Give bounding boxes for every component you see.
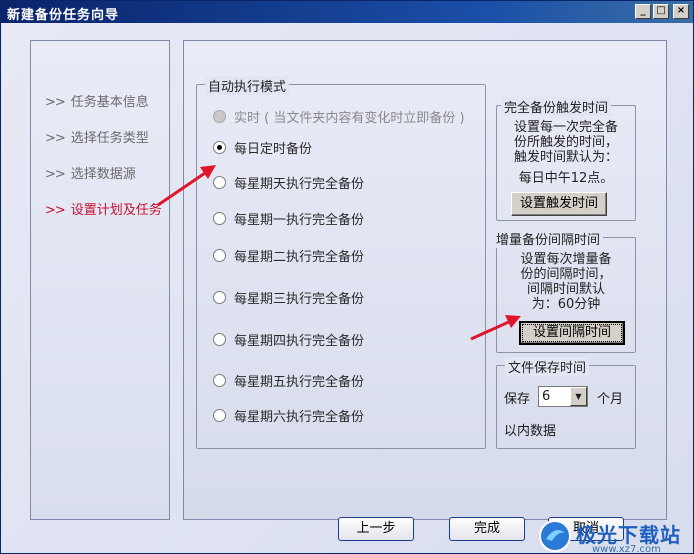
radio-button-icon[interactable] [213, 374, 226, 387]
auto-mode-group: 自动执行模式 实时 ( 当文件夹内容有变化时立即备份 ) 每日定时备份 每星期天… [196, 76, 486, 449]
minimize-icon: _ [640, 5, 646, 16]
retention-months-select[interactable]: 6 ▼ [538, 386, 588, 407]
step-arrows-icon: >> [45, 131, 66, 146]
auto-mode-title: 自动执行模式 [205, 76, 290, 95]
set-trigger-time-button[interactable]: 设置触发时间 [511, 192, 607, 216]
prev-button[interactable]: 上一步 [338, 517, 414, 541]
desc-line: 每日中午12点。 [518, 171, 614, 186]
minimize-button[interactable]: _ [635, 4, 651, 19]
radio-daily[interactable]: 每日定时备份 [213, 138, 312, 157]
radio-label: 每星期五执行完全备份 [234, 375, 365, 390]
retention-group: 文件保存时间 保存 6 ▼ 个月 以内数据 [496, 357, 636, 449]
annotation-arrow-icon [157, 165, 216, 207]
annotation-arrow-icon [470, 315, 521, 341]
step-label: 选择数据源 [70, 167, 136, 182]
desc-line: 触发时间默认为： [513, 150, 618, 165]
maximize-button[interactable]: □ [653, 4, 669, 19]
close-icon: × [676, 5, 686, 16]
watermark-url: www.xz7.com [592, 544, 661, 554]
radio-button-icon[interactable] [213, 110, 226, 123]
radio-button-icon[interactable] [213, 249, 226, 262]
radio-monday[interactable]: 每星期一执行完全备份 [213, 209, 364, 228]
desc-line: 份所触发的时间， [513, 135, 618, 150]
desc-line: 间隔时间默认 [526, 282, 605, 297]
chevron-down-icon[interactable]: ▼ [570, 387, 587, 406]
retention-suffix: 以内数据 [504, 424, 557, 439]
radio-thursday[interactable]: 每星期四执行完全备份 [213, 330, 364, 349]
desc-line: 设置每次增量备 [520, 252, 612, 267]
radio-label: 每星期天执行完全备份 [234, 177, 365, 192]
radio-tuesday[interactable]: 每星期二执行完全备份 [213, 246, 364, 265]
retention-unit: 个月 [597, 392, 624, 407]
radio-button-icon[interactable] [213, 409, 226, 422]
step-label: 设置计划及任务 [70, 203, 162, 218]
radio-label: 实时 ( 当文件夹内容有变化时立即备份 ) [234, 111, 465, 126]
radio-wednesday[interactable]: 每星期三执行完全备份 [213, 288, 364, 307]
radio-button-icon[interactable] [213, 212, 226, 225]
step-label: 选择任务类型 [70, 131, 149, 146]
radio-label: 每星期三执行完全备份 [234, 292, 365, 307]
radio-label: 每星期一执行完全备份 [234, 213, 365, 228]
title-bar[interactable]: 新建备份任务向导 _ □ × [1, 1, 693, 23]
radio-label: 每星期二执行完全备份 [234, 250, 365, 265]
full-backup-description: 设置每一次完全备 份所触发的时间， 触发时间默认为： 每日中午12点。 [501, 120, 631, 186]
radio-button-icon[interactable] [213, 333, 226, 346]
steps-panel: >> 任务基本信息 >> 选择任务类型 >> 选择数据源 >> 设置计划及任务 [30, 40, 170, 520]
settings-panel: 自动执行模式 实时 ( 当文件夹内容有变化时立即备份 ) 每日定时备份 每星期天… [183, 40, 667, 520]
step-label: 任务基本信息 [70, 95, 149, 110]
radio-button-icon[interactable] [213, 291, 226, 304]
radio-label: 每星期四执行完全备份 [234, 334, 365, 349]
retention-prefix: 保存 [504, 392, 531, 407]
radio-realtime[interactable]: 实时 ( 当文件夹内容有变化时立即备份 ) [213, 107, 465, 126]
step-arrows-icon: >> [45, 203, 66, 218]
retention-value: 6 [542, 389, 551, 404]
step-basic-info: >> 任务基本信息 [45, 91, 149, 110]
radio-saturday[interactable]: 每星期六执行完全备份 [213, 406, 364, 425]
step-schedule: >> 设置计划及任务 [45, 199, 162, 218]
window-title: 新建备份任务向导 [7, 8, 120, 23]
watermark: 极光下载站 www.xz7.com [532, 519, 692, 554]
desc-line: 份的间隔时间， [520, 267, 612, 282]
full-backup-group: 完全备份触发时间 设置每一次完全备 份所触发的时间， 触发时间默认为： 每日中午… [496, 97, 636, 221]
client-area: >> 任务基本信息 >> 选择任务类型 >> 选择数据源 >> 设置计划及任务 自动执行… [2, 23, 693, 554]
radio-label: 每日定时备份 [234, 142, 313, 157]
wizard-window: 新建备份任务向导 _ □ × >> 任务基本信息 >> 选择任务类型 >> 选择数据源… [0, 0, 694, 554]
watermark-logo-icon [539, 520, 571, 552]
set-interval-button[interactable]: 设置间隔时间 [519, 321, 625, 345]
finish-button[interactable]: 完成 [449, 517, 525, 541]
maximize-icon: □ [656, 5, 666, 16]
radio-friday[interactable]: 每星期五执行完全备份 [213, 371, 364, 390]
close-button[interactable]: × [673, 4, 689, 19]
step-arrows-icon: >> [45, 95, 66, 110]
retention-title: 文件保存时间 [505, 357, 590, 376]
radio-label: 每星期六执行完全备份 [234, 410, 365, 425]
radio-sunday[interactable]: 每星期天执行完全备份 [213, 173, 364, 192]
step-data-source: >> 选择数据源 [45, 163, 136, 182]
incremental-title: 增量备份间隔时间 [493, 229, 604, 248]
desc-line: 设置每一次完全备 [513, 120, 618, 135]
full-backup-title: 完全备份触发时间 [501, 97, 612, 116]
incremental-description: 设置每次增量备 份的间隔时间， 间隔时间默认 为：60分钟 [501, 252, 631, 312]
step-arrows-icon: >> [45, 167, 66, 182]
step-task-type: >> 选择任务类型 [45, 127, 149, 146]
